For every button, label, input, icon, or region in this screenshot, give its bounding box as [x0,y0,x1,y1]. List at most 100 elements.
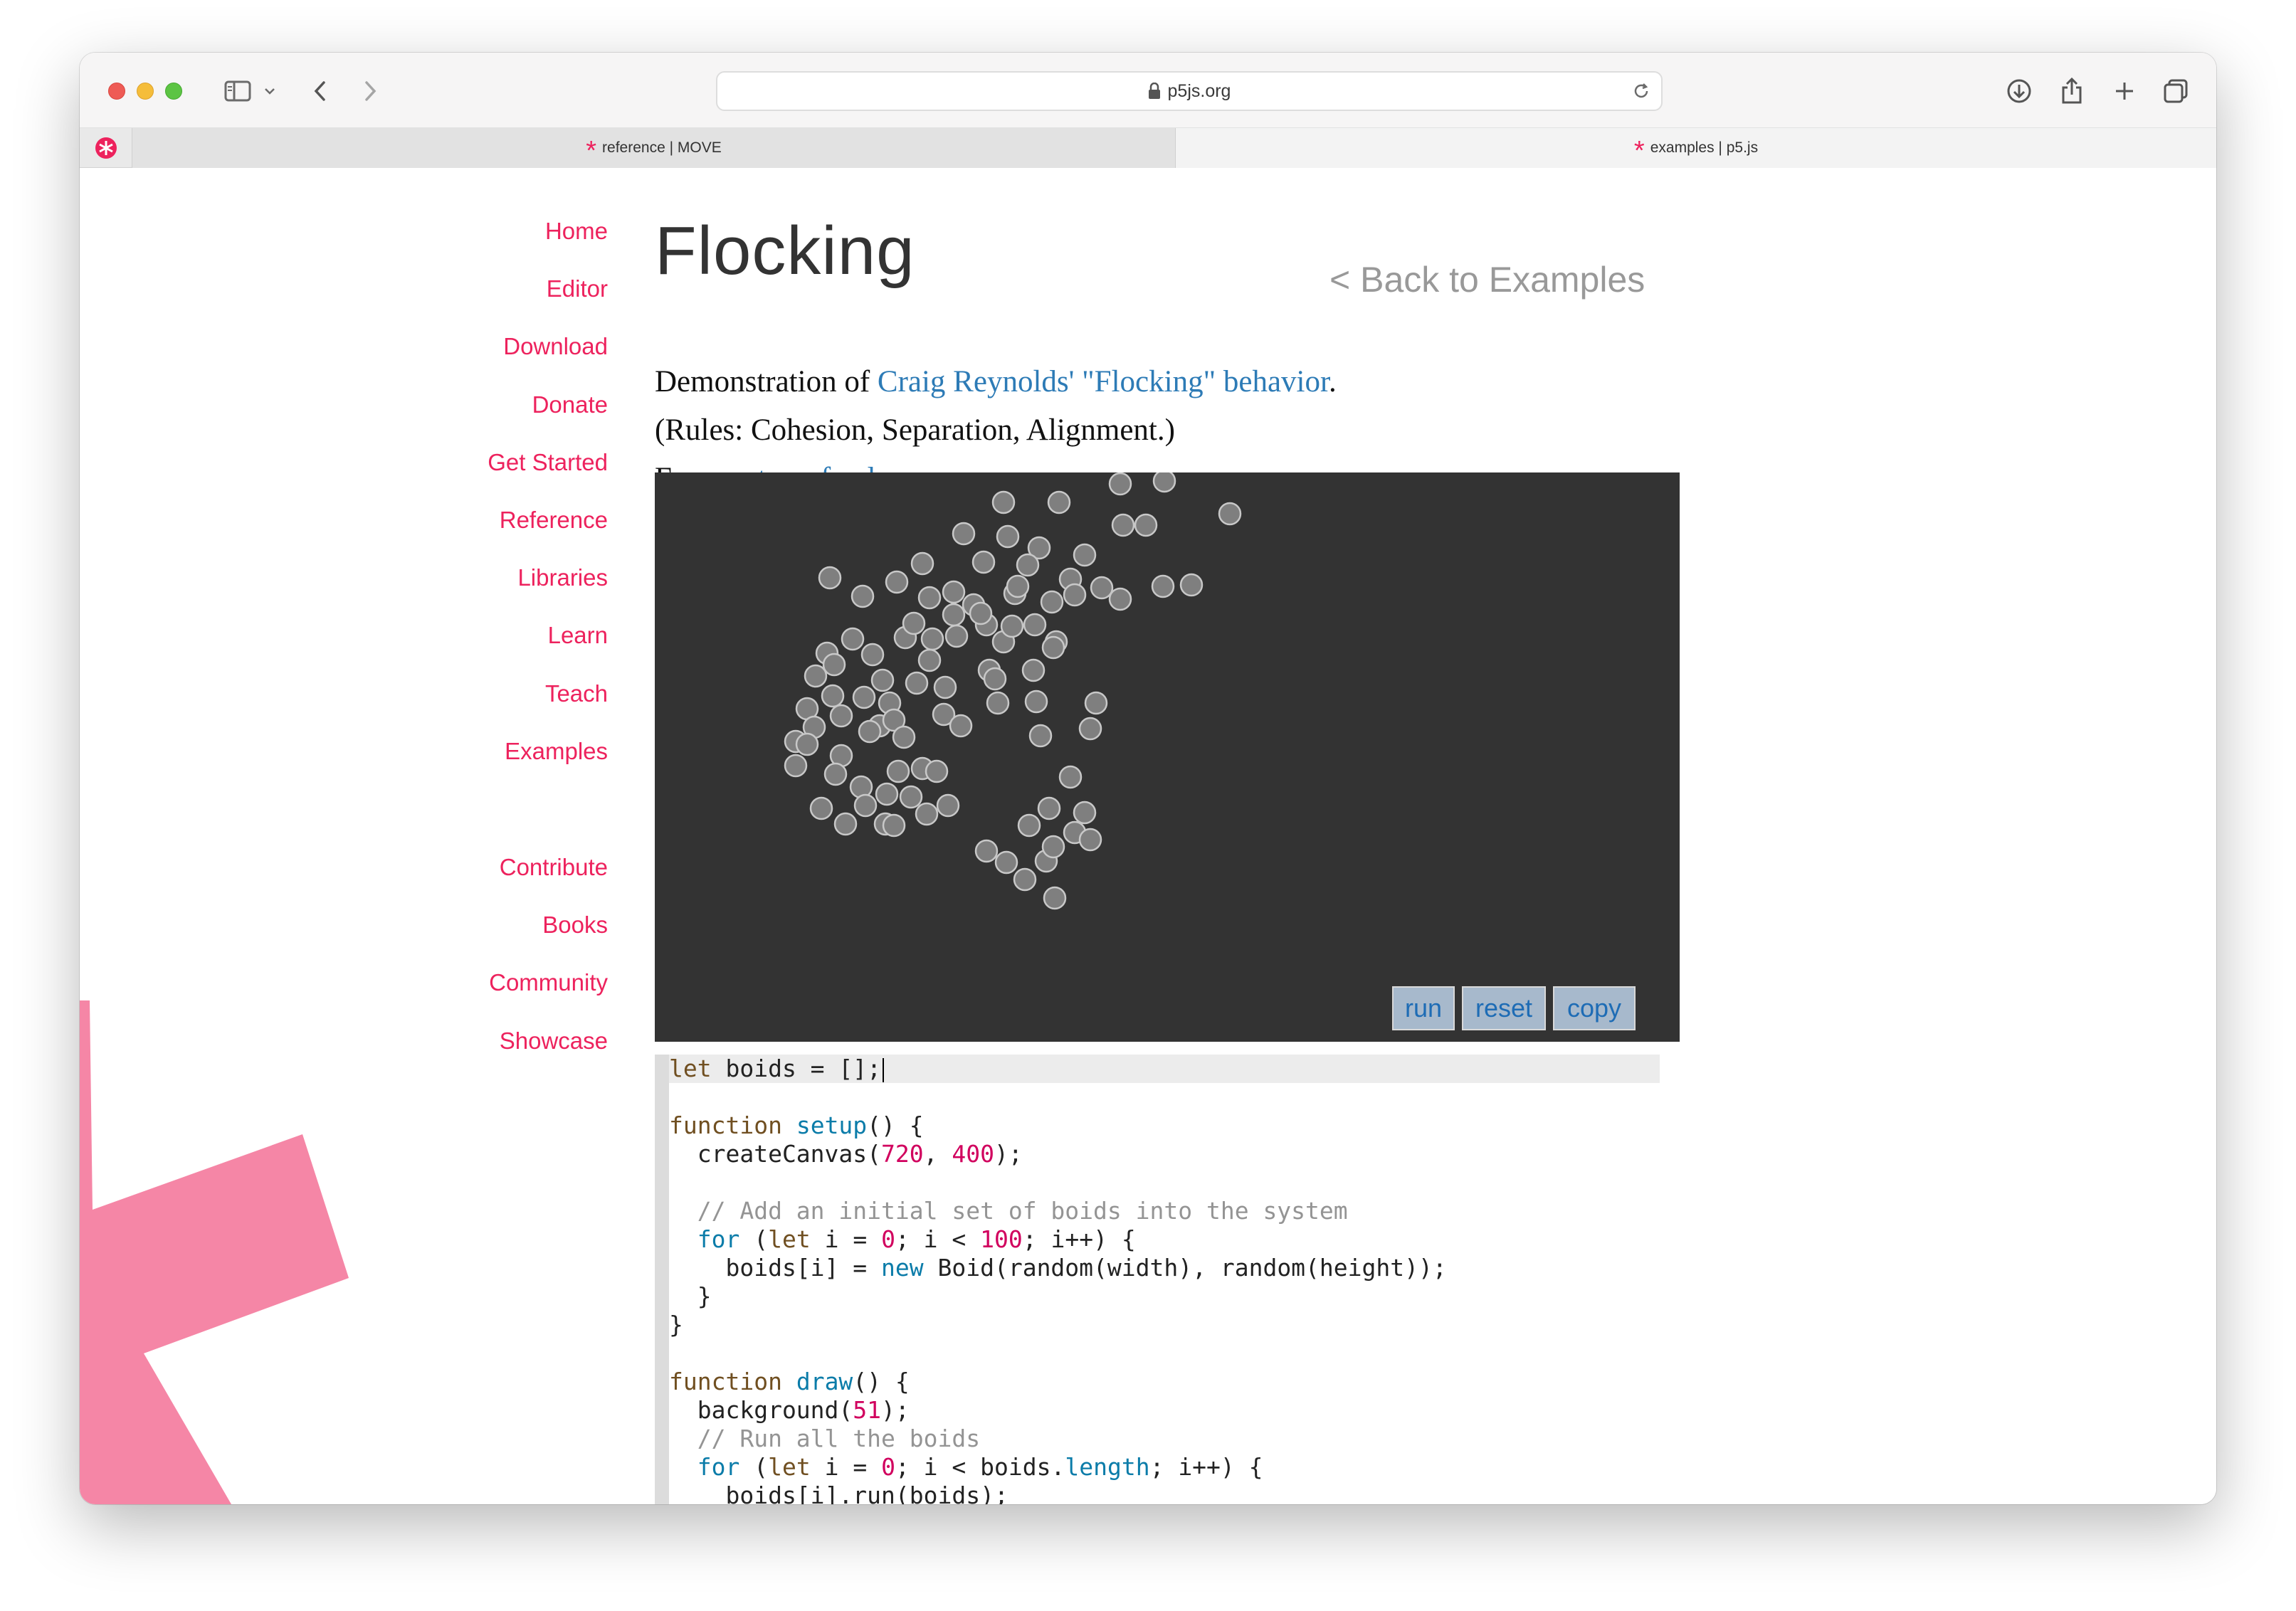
sidebar-item-teach[interactable]: Teach [545,680,608,707]
boid [1058,765,1083,789]
code-editor[interactable]: let boids = []; function setup() { creat… [655,1055,1674,1504]
boid [971,550,996,574]
code-line: createCanvas(720, 400); [669,1140,1023,1168]
reload-icon[interactable] [1631,81,1651,106]
boid [886,759,910,783]
boid [1017,813,1041,838]
boid [1016,553,1040,577]
downloads-icon[interactable] [2001,70,2037,112]
boid [1013,867,1037,892]
sidebar-item-learn[interactable]: Learn [548,622,608,649]
sketch-canvas[interactable]: run reset copy [655,472,1680,1042]
description-text: . [1328,365,1337,398]
boid [996,524,1020,549]
boid [1000,614,1024,638]
page-content: Home Editor Download Donate Get Started … [80,168,2216,1504]
boid [1063,583,1087,607]
boid [1006,574,1030,598]
boid [1037,796,1061,820]
boid [942,580,966,604]
sidebar-item-contribute[interactable]: Contribute [500,854,608,881]
boid [942,603,966,627]
reset-button[interactable]: reset [1462,986,1546,1030]
sidebar-item-showcase[interactable]: Showcase [500,1028,608,1055]
boid [1078,828,1102,852]
boid [823,762,848,786]
sidebar-item-community[interactable]: Community [489,969,608,996]
tab-examples-p5js[interactable]: * examples | p5.js [1176,128,2216,168]
boid [1023,613,1047,637]
code-line: function setup() { [669,1111,924,1139]
boid [804,664,828,688]
sidebar-item-reference[interactable]: Reference [500,507,608,534]
minimize-window-button[interactable] [137,83,154,100]
boid [994,850,1018,875]
boid [1108,587,1132,611]
rules-line: (Rules: Cohesion, Separation, Alignment.… [655,413,1175,447]
code-line: boids[i] = new Boid(random(width), rando… [669,1254,1447,1282]
code-line: // Add an initial set of boids into the … [669,1197,1348,1225]
boid [974,839,999,863]
boid [1152,472,1176,493]
code-line: } [669,1282,712,1310]
url-text: p5js.org [1167,80,1231,101]
boid [1078,717,1102,741]
boid [991,490,1016,514]
copy-button[interactable]: copy [1553,986,1636,1030]
boid [1218,502,1242,526]
description-line: Demonstration of Craig Reynolds' "Flocki… [655,364,1337,399]
boid [858,719,882,744]
back-to-examples-link[interactable]: < Back to Examples [1329,259,1645,300]
sidebar-item-donate[interactable]: Donate [532,391,608,418]
sidebar-item-get-started[interactable]: Get Started [488,449,608,476]
boid [784,754,808,778]
boid [1028,724,1053,748]
code-line: function draw() { [669,1368,910,1395]
tab-label: examples | p5.js [1650,139,1759,156]
boid [853,793,878,818]
description-text: Demonstration of [655,365,878,398]
boid [1111,513,1135,537]
pinned-tab[interactable] [80,128,132,168]
tab-overview-icon[interactable] [2158,70,2194,112]
sidebar-item-examples[interactable]: Examples [505,738,608,765]
forward-arrow-icon[interactable] [353,70,389,112]
boid [833,812,858,836]
boid [1108,472,1132,496]
boid [795,732,819,756]
back-arrow-icon[interactable] [302,70,337,112]
new-tab-icon[interactable] [2107,70,2142,112]
craig-reynolds-link[interactable]: Craig Reynolds' "Flocking" behavior [878,365,1329,398]
zoom-window-button[interactable] [165,83,182,100]
chevron-down-icon[interactable] [259,70,280,112]
boid [841,627,865,651]
page-title: Flocking [655,213,915,289]
sidebar-toggle-icon[interactable] [216,70,259,112]
run-button[interactable]: run [1392,986,1455,1030]
sidebar-item-editor[interactable]: Editor [547,275,608,302]
boid [860,643,885,667]
boid [852,685,876,709]
boid [910,551,934,576]
asterisk-icon: * [586,136,597,166]
address-bar[interactable]: p5js.org [716,71,1663,111]
boid [983,667,1007,691]
sidebar-item-download[interactable]: Download [503,333,608,360]
boid [821,684,845,708]
boid [917,648,942,672]
tab-reference-move[interactable]: * reference | MOVE [132,128,1176,168]
boid [870,668,895,692]
tab-label: reference | MOVE [602,139,722,156]
sidebar-item-libraries[interactable]: Libraries [517,564,608,591]
boids-canvas [784,472,1242,910]
boid [1021,658,1046,682]
boid [915,802,939,826]
close-window-button[interactable] [108,83,125,100]
boid [933,675,957,699]
share-icon[interactable] [2054,70,2090,112]
boid [818,566,842,590]
sidebar-item-home[interactable]: Home [545,218,608,245]
sidebar-item-books[interactable]: Books [542,912,608,939]
asterisk-icon: * [1633,136,1645,166]
boid [969,601,993,625]
